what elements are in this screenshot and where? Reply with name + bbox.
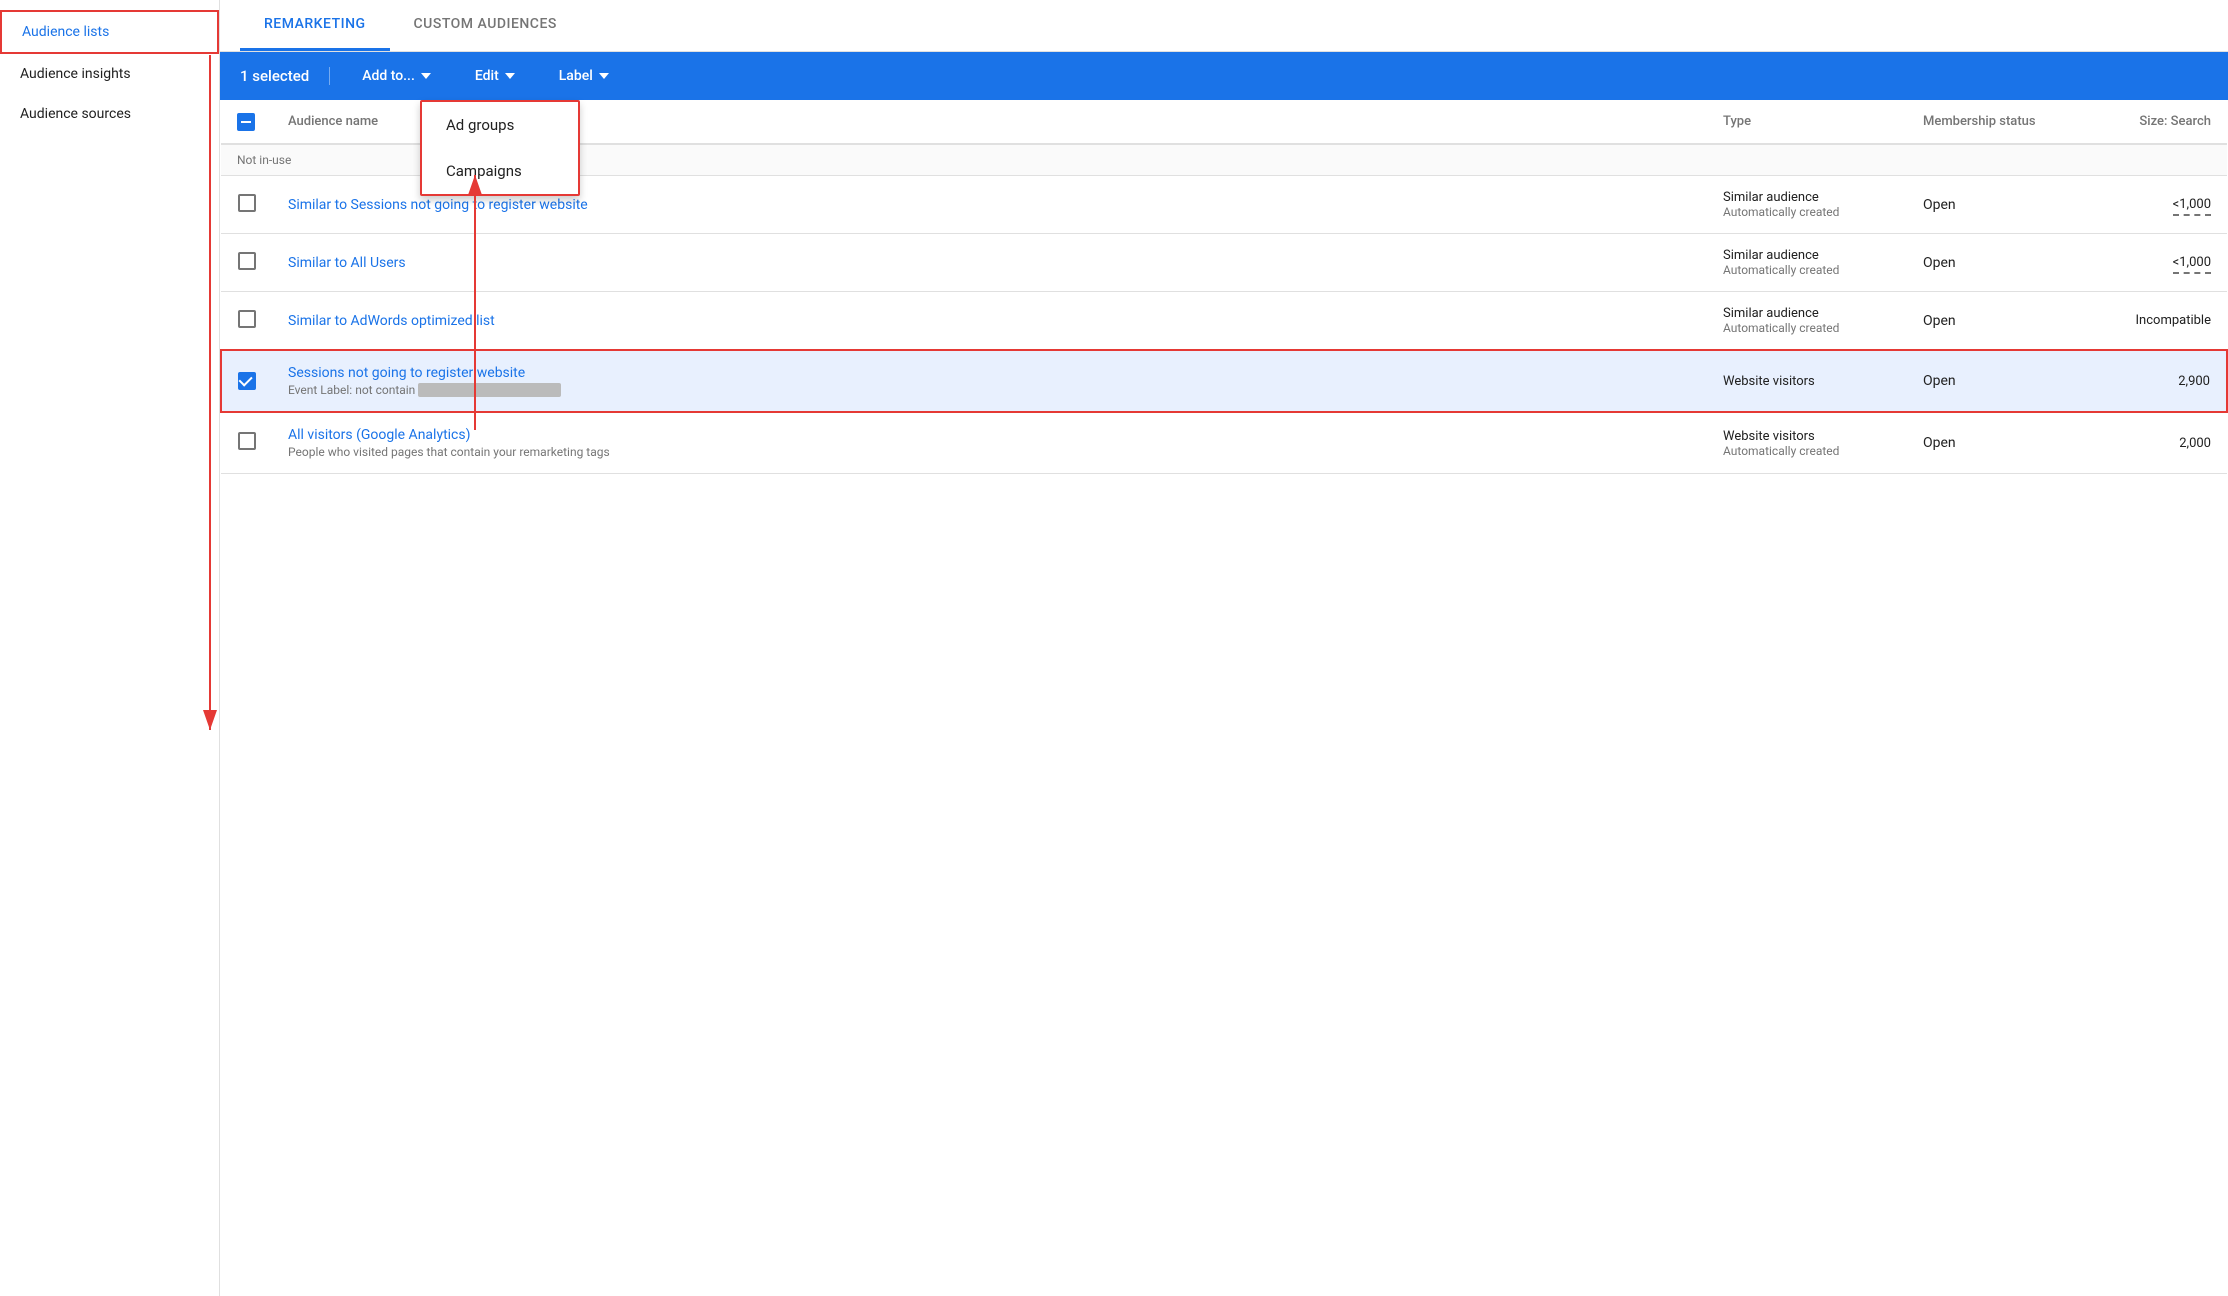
row-checkbox[interactable] bbox=[238, 372, 256, 390]
type-cell: Website visitors bbox=[1707, 350, 1907, 412]
type-main: Similar audience bbox=[1723, 248, 1891, 263]
sidebar: Audience lists Audience insights Audienc… bbox=[0, 0, 220, 1296]
tabs-bar: REMARKETING CUSTOM AUDIENCES bbox=[220, 0, 2228, 52]
membership-value: Open bbox=[1923, 197, 1956, 213]
size-cell: 2,000 bbox=[2067, 412, 2227, 474]
dropdown-item-ad-groups[interactable]: Ad groups bbox=[422, 102, 578, 148]
row-checkbox[interactable] bbox=[238, 252, 256, 270]
edit-button[interactable]: Edit bbox=[463, 62, 527, 90]
membership-value: Open bbox=[1923, 373, 1956, 389]
checkbox-cell bbox=[221, 292, 272, 351]
audience-table: Audience name Type Membership status Siz… bbox=[220, 100, 2228, 1296]
add-to-button[interactable]: Add to... bbox=[350, 62, 443, 90]
toolbar: 1 selected Add to... Edit Label Ad group… bbox=[220, 52, 2228, 100]
audience-name-link[interactable]: Similar to All Users bbox=[288, 255, 406, 271]
type-sub: Automatically created bbox=[1723, 205, 1891, 219]
type-sub: Automatically created bbox=[1723, 444, 1891, 458]
type-sub: Automatically created bbox=[1723, 321, 1891, 335]
col-header-type: Type bbox=[1707, 100, 1907, 144]
size-value: 2,900 bbox=[2178, 374, 2210, 389]
type-main: Similar audience bbox=[1723, 306, 1891, 321]
col-header-size: Size: Search bbox=[2067, 100, 2227, 144]
row-checkbox[interactable] bbox=[238, 432, 256, 450]
audience-name-link[interactable]: Similar to Sessions not going to registe… bbox=[288, 197, 588, 213]
size-value: Incompatible bbox=[2136, 313, 2211, 328]
membership-cell: Open bbox=[1907, 292, 2067, 351]
blurred-text: register website bbox=[426, 365, 525, 381]
membership-value: Open bbox=[1923, 313, 1956, 329]
audience-name-link[interactable]: Similar to AdWords optimized list bbox=[288, 313, 495, 329]
add-to-dropdown: Ad groups Campaigns bbox=[420, 100, 580, 196]
type-main: Similar audience bbox=[1723, 190, 1891, 205]
table-row: Sessions not going to register website Ev… bbox=[221, 350, 2227, 412]
membership-value: Open bbox=[1923, 435, 1956, 451]
size-value: <1,000 bbox=[2173, 255, 2211, 274]
audience-cell: Sessions not going to register website Ev… bbox=[272, 350, 1707, 412]
row-checkbox[interactable] bbox=[238, 194, 256, 212]
size-cell: 2,900 bbox=[2067, 350, 2227, 412]
size-value: <1,000 bbox=[2173, 197, 2211, 216]
type-cell: Similar audienceAutomatically created bbox=[1707, 292, 1907, 351]
sidebar-item-audience-lists[interactable]: Audience lists bbox=[0, 10, 219, 54]
type-cell: Website visitorsAutomatically created bbox=[1707, 412, 1907, 474]
type-sub: Automatically created bbox=[1723, 263, 1891, 277]
dropdown-item-campaigns[interactable]: Campaigns bbox=[422, 148, 578, 194]
row-checkbox[interactable] bbox=[238, 310, 256, 328]
type-cell: Similar audienceAutomatically created bbox=[1707, 176, 1907, 234]
checkbox-cell bbox=[221, 350, 272, 412]
audience-cell: Similar to All Users bbox=[272, 234, 1707, 292]
checkbox-cell bbox=[221, 234, 272, 292]
size-value: 2,000 bbox=[2179, 436, 2211, 451]
audience-name-link[interactable]: All visitors (Google Analytics) bbox=[288, 427, 470, 443]
tab-remarketing[interactable]: REMARKETING bbox=[240, 0, 390, 51]
audience-sub: Event Label: not contain want to www.any… bbox=[288, 383, 1691, 397]
size-cell: <1,000 bbox=[2067, 176, 2227, 234]
audience-name-link[interactable]: Sessions not going to register website bbox=[288, 365, 525, 381]
label-button[interactable]: Label bbox=[547, 62, 621, 90]
add-to-chevron-icon bbox=[421, 73, 431, 79]
sidebar-item-audience-insights[interactable]: Audience insights bbox=[0, 54, 219, 94]
membership-value: Open bbox=[1923, 255, 1956, 271]
audience-cell: All visitors (Google Analytics) People wh… bbox=[272, 412, 1707, 474]
type-main: Website visitors bbox=[1723, 374, 1891, 389]
blurred-text: register website bbox=[489, 197, 588, 213]
table-row: Similar to AdWords optimized list Simila… bbox=[221, 292, 2227, 351]
table-row: Similar to All Users Similar audienceAut… bbox=[221, 234, 2227, 292]
size-cell: <1,000 bbox=[2067, 234, 2227, 292]
blurred-sub: want to www.anysite.com/ bbox=[418, 383, 560, 397]
type-cell: Similar audienceAutomatically created bbox=[1707, 234, 1907, 292]
size-cell: Incompatible bbox=[2067, 292, 2227, 351]
sidebar-item-audience-sources[interactable]: Audience sources bbox=[0, 94, 219, 134]
selected-count: 1 selected bbox=[240, 67, 330, 85]
edit-chevron-icon bbox=[505, 73, 515, 79]
membership-cell: Open bbox=[1907, 176, 2067, 234]
tab-custom-audiences[interactable]: CUSTOM AUDIENCES bbox=[390, 0, 581, 51]
membership-cell: Open bbox=[1907, 350, 2067, 412]
table-row: All visitors (Google Analytics) People wh… bbox=[221, 412, 2227, 474]
membership-cell: Open bbox=[1907, 234, 2067, 292]
audience-cell: Similar to AdWords optimized list bbox=[272, 292, 1707, 351]
label-chevron-icon bbox=[599, 73, 609, 79]
audience-sub: People who visited pages that contain yo… bbox=[288, 445, 1691, 459]
col-header-membership: Membership status bbox=[1907, 100, 2067, 144]
checkbox-cell bbox=[221, 176, 272, 234]
select-all-checkbox[interactable] bbox=[237, 113, 255, 131]
checkbox-cell bbox=[221, 412, 272, 474]
type-main: Website visitors bbox=[1723, 429, 1891, 444]
membership-cell: Open bbox=[1907, 412, 2067, 474]
main-content: REMARKETING CUSTOM AUDIENCES 1 selected … bbox=[220, 0, 2228, 1296]
